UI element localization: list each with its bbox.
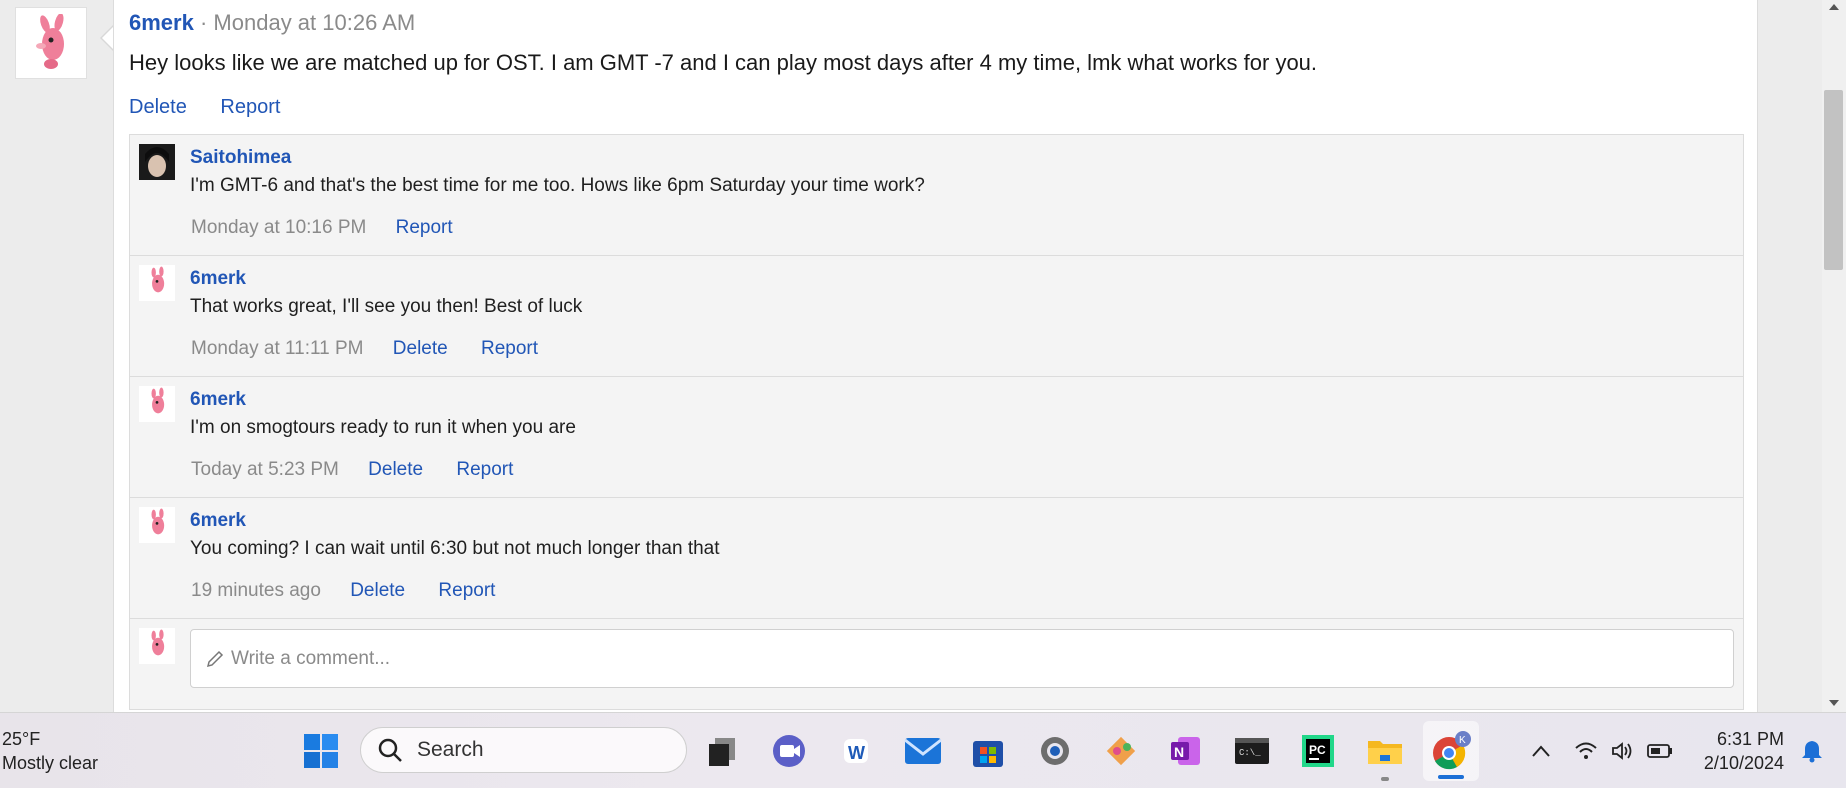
delete-comment-link[interactable]: Delete	[393, 338, 448, 359]
weather-desc: Mostly clear	[2, 753, 99, 773]
pycharm-icon[interactable]: PC	[1298, 731, 1338, 771]
windows-taskbar: 25°F Mostly clear Search W N C:\_ PC K 6…	[0, 712, 1846, 788]
post-card: 6merk · Monday at 10:26 AM Hey looks lik…	[113, 0, 1758, 712]
comment-meta: Monday at 11:11 PM Delete Report	[191, 338, 566, 360]
report-comment-link[interactable]: Report	[481, 338, 538, 359]
pokemon-avatar-icon	[151, 508, 165, 535]
svg-text:PC: PC	[1309, 743, 1326, 757]
comment-list: Saitohimea I'm GMT-6 and that's the best…	[129, 134, 1744, 710]
clock-time: 6:31 PM	[1716, 729, 1784, 749]
report-comment-link[interactable]: Report	[396, 217, 453, 238]
delete-post-link[interactable]: Delete	[129, 96, 187, 118]
post-pointer	[100, 24, 115, 52]
comment-item: 6merk You coming? I can wait until 6:30 …	[130, 498, 1743, 619]
comment-item: Saitohimea I'm GMT-6 and that's the best…	[130, 135, 1743, 256]
battery-icon[interactable]	[1641, 731, 1679, 771]
onenote-icon[interactable]: N	[1166, 731, 1206, 771]
volume-icon[interactable]	[1604, 731, 1642, 771]
pokemon-avatar-icon	[151, 387, 165, 414]
user-photo-icon	[139, 144, 175, 180]
clock-date: 2/10/2024	[1703, 753, 1784, 773]
comment-avatar[interactable]	[139, 386, 175, 422]
comment-text: That works great, I'll see you then! Bes…	[190, 296, 583, 317]
comment-timestamp[interactable]: 19 minutes ago	[191, 580, 321, 601]
comment-item: 6merk That works great, I'll see you the…	[130, 256, 1743, 377]
comment-item: 6merk I'm on smogtours ready to run it w…	[130, 377, 1743, 498]
comment-avatar[interactable]	[139, 265, 175, 301]
notification-bell-icon[interactable]	[1794, 731, 1830, 771]
report-comment-link[interactable]: Report	[438, 580, 495, 601]
weather-widget[interactable]: 25°F Mostly clear	[2, 727, 98, 775]
running-indicator	[1381, 777, 1389, 781]
page-scrollbar[interactable]	[1822, 0, 1846, 712]
delete-comment-link[interactable]: Delete	[350, 580, 405, 601]
settings-icon[interactable]	[1035, 731, 1075, 771]
write-comment-row: Write a comment...	[130, 619, 1743, 709]
pokemon-avatar-icon	[151, 266, 165, 293]
comment-meta: Monday at 10:16 PM Report	[191, 217, 481, 239]
pokemon-avatar-icon	[151, 629, 165, 656]
search-icon	[378, 738, 402, 762]
comment-text: I'm GMT-6 and that's the best time for m…	[190, 175, 925, 196]
pokemon-avatar-icon	[36, 14, 64, 69]
comment-text: I'm on smogtours ready to run it when yo…	[190, 417, 576, 438]
comment-input[interactable]: Write a comment...	[190, 629, 1734, 688]
teams-icon[interactable]	[769, 731, 809, 771]
taskbar-search[interactable]: Search	[360, 727, 687, 773]
weather-temp: 25°F	[2, 729, 41, 749]
report-post-link[interactable]: Report	[220, 96, 280, 118]
current-user-avatar	[139, 628, 175, 664]
post-body: Hey looks like we are matched up for OST…	[129, 50, 1318, 75]
comment-meta: Today at 5:23 PM Delete Report	[191, 459, 541, 481]
chevron-up-icon[interactable]	[1519, 731, 1563, 771]
page: 6merk · Monday at 10:26 AM Hey looks lik…	[0, 0, 1822, 712]
search-label: Search	[417, 738, 484, 761]
mail-icon[interactable]	[903, 731, 943, 771]
post-header: 6merk · Monday at 10:26 AM	[129, 10, 415, 36]
terminal-icon[interactable]: C:\_	[1232, 731, 1272, 771]
word-icon[interactable]: W	[836, 731, 876, 771]
comment-timestamp[interactable]: Monday at 11:11 PM	[191, 338, 364, 359]
comment-placeholder: Write a comment...	[231, 647, 391, 669]
wifi-icon[interactable]	[1567, 731, 1605, 771]
post-timestamp[interactable]: Monday at 10:26 AM	[213, 10, 415, 35]
file-explorer-icon[interactable]	[1365, 731, 1405, 771]
comment-avatar[interactable]	[139, 144, 175, 180]
scroll-up-arrow-icon[interactable]	[1829, 4, 1839, 10]
windows-start-icon[interactable]	[301, 731, 341, 771]
task-view-icon[interactable]	[702, 731, 742, 771]
svg-text:W: W	[848, 743, 865, 763]
svg-text:C:\_: C:\_	[1239, 748, 1261, 758]
comment-author-link[interactable]: 6merk	[190, 510, 246, 532]
store-icon[interactable]	[968, 731, 1008, 771]
delete-comment-link[interactable]: Delete	[368, 459, 423, 480]
comment-text: You coming? I can wait until 6:30 but no…	[190, 538, 720, 559]
author-avatar[interactable]	[15, 7, 87, 79]
comment-author-link[interactable]: 6merk	[190, 389, 246, 411]
comment-author-link[interactable]: Saitohimea	[190, 147, 291, 169]
comment-timestamp[interactable]: Monday at 10:16 PM	[191, 217, 366, 238]
git-icon[interactable]	[1101, 731, 1141, 771]
chrome-icon[interactable]: K	[1431, 731, 1471, 771]
svg-text:N: N	[1174, 744, 1184, 760]
comment-avatar[interactable]	[139, 507, 175, 543]
comment-meta: 19 minutes ago Delete Report	[191, 580, 523, 602]
active-app-indicator	[1438, 775, 1464, 779]
post-actions: Delete Report	[129, 96, 308, 119]
chrome-profile-badge: K	[1459, 735, 1466, 746]
scrollbar-thumb[interactable]	[1824, 90, 1843, 270]
meta-separator: ·	[199, 10, 208, 35]
post-author-link[interactable]: 6merk	[129, 10, 194, 35]
taskbar-clock[interactable]: 6:31 PM 2/10/2024	[1698, 727, 1784, 775]
pencil-icon	[206, 650, 224, 667]
report-comment-link[interactable]: Report	[456, 459, 513, 480]
comment-author-link[interactable]: 6merk	[190, 268, 246, 290]
comment-timestamp[interactable]: Today at 5:23 PM	[191, 459, 339, 480]
scroll-down-arrow-icon[interactable]	[1829, 700, 1839, 706]
